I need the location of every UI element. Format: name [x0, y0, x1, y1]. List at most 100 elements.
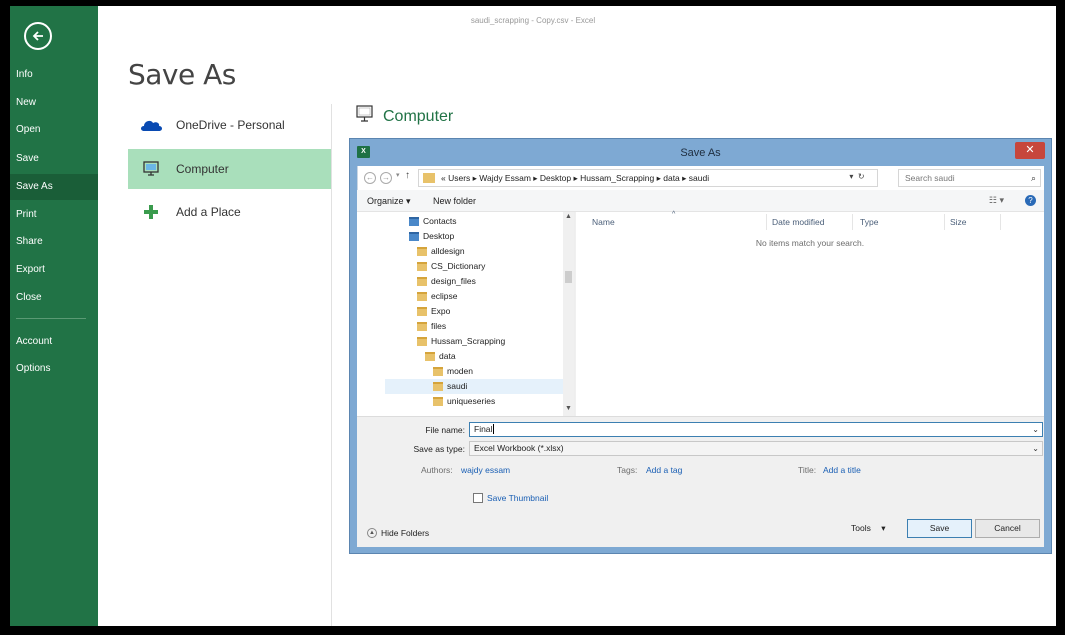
folder-icon	[417, 277, 427, 286]
tree-item-contacts[interactable]: Contacts	[409, 214, 457, 229]
search-icon: ⌕	[1030, 173, 1036, 183]
tree-item-saudi[interactable]: saudi	[385, 379, 564, 394]
column-separator	[852, 214, 853, 230]
folder-icon	[417, 307, 427, 316]
nav-account[interactable]: Account	[10, 329, 98, 355]
column-separator	[766, 214, 767, 230]
backstage-sidebar: Info New Open Save Save As Print Share E…	[10, 6, 98, 626]
folder-icon	[417, 247, 427, 256]
save-button[interactable]: Save	[907, 519, 972, 538]
file-list: Name ^ Date modified Type Size No items …	[576, 211, 1044, 416]
close-button[interactable]: ✕	[1015, 142, 1045, 159]
title-label: Title:	[798, 465, 817, 475]
tree-scrollbar[interactable]: ▲ ▼	[563, 212, 574, 416]
folder-icon	[417, 292, 427, 301]
tree-item-data[interactable]: data	[425, 349, 456, 364]
tags-value[interactable]: Add a tag	[646, 465, 682, 475]
folder-icon	[425, 352, 435, 361]
window-title: saudi_scrapping - Copy.csv - Excel	[470, 16, 596, 25]
folder-icon	[423, 173, 435, 183]
scroll-down-icon[interactable]: ▼	[563, 405, 574, 412]
text-cursor	[493, 424, 495, 434]
tree-item-expo[interactable]: Expo	[417, 304, 450, 319]
nav-share[interactable]: Share	[10, 229, 98, 255]
back-nav-button[interactable]: ←	[364, 172, 376, 184]
path-dropdown-refresh[interactable]: ▾ ↻	[838, 169, 876, 187]
column-divider	[331, 104, 332, 626]
column-header-size[interactable]: Size	[950, 217, 967, 227]
nav-print[interactable]: Print	[10, 202, 98, 228]
save-type-select[interactable]: Excel Workbook (*.xlsx) ⌄	[469, 441, 1043, 456]
sort-arrow-icon: ^	[672, 211, 676, 218]
folder-icon	[417, 337, 427, 346]
up-arrow-icon[interactable]: ↑	[405, 170, 410, 181]
tree-item-eclipse[interactable]: eclipse	[417, 289, 457, 304]
place-computer[interactable]: Computer	[128, 149, 331, 189]
new-folder-button[interactable]: New folder	[433, 196, 476, 206]
folder-icon	[417, 322, 427, 331]
path-text: « Users ▸ Wajdy Essam ▸ Desktop ▸ Hussam…	[441, 173, 710, 183]
organize-button[interactable]: Organize ▾	[367, 196, 411, 207]
file-name-input[interactable]: Final ⌄	[469, 422, 1043, 437]
views-icon[interactable]: ☷ ▾	[989, 195, 1004, 206]
section-title: Computer	[383, 107, 454, 125]
nav-save-as[interactable]: Save As	[10, 174, 98, 200]
back-arrow-icon	[32, 31, 43, 41]
nav-options[interactable]: Options	[10, 356, 98, 382]
cancel-button[interactable]: Cancel	[975, 519, 1040, 538]
place-onedrive[interactable]: OneDrive - Personal	[128, 105, 331, 145]
tree-item-moden[interactable]: moden	[433, 364, 473, 379]
save-thumbnail-label: Save Thumbnail	[487, 493, 549, 503]
tools-button[interactable]: Tools ▾	[851, 523, 886, 534]
recent-dropdown-icon[interactable]: ▾	[396, 171, 400, 179]
title-value[interactable]: Add a title	[823, 465, 861, 475]
tree-item-desktop[interactable]: Desktop	[409, 229, 454, 244]
empty-message: No items match your search.	[755, 238, 865, 248]
back-button[interactable]	[24, 22, 52, 50]
tree-item-cs-dictionary[interactable]: CS_Dictionary	[417, 259, 485, 274]
nav-open[interactable]: Open	[10, 117, 98, 143]
dialog-title: Save As	[680, 147, 721, 159]
save-type-value: Excel Workbook (*.xlsx)	[474, 443, 564, 453]
column-header-type[interactable]: Type	[860, 217, 878, 227]
tree-label: design_files	[431, 276, 476, 286]
save-thumbnail-checkbox[interactable]: Save Thumbnail	[473, 493, 548, 503]
forward-nav-button[interactable]: →	[380, 172, 392, 184]
tree-label: CS_Dictionary	[431, 261, 486, 271]
chevron-down-icon[interactable]: ⌄	[1032, 442, 1039, 455]
scroll-up-icon[interactable]: ▲	[563, 213, 574, 220]
tree-item-alldesign[interactable]: alldesign	[417, 244, 465, 259]
search-input[interactable]: Search saudi ⌕	[898, 169, 1041, 187]
checkbox-box[interactable]	[473, 493, 483, 503]
hide-folders-button[interactable]: ▲ Hide Folders	[367, 528, 429, 538]
tree-item-hussam-scrapping[interactable]: Hussam_Scrapping	[417, 334, 505, 349]
path-breadcrumb[interactable]: « Users ▸ Wajdy Essam ▸ Desktop ▸ Hussam…	[418, 169, 878, 187]
nav-close[interactable]: Close	[10, 285, 98, 311]
collapse-up-icon: ▲	[367, 528, 377, 538]
chevron-down-icon[interactable]: ⌄	[1032, 423, 1039, 436]
column-separator	[1000, 214, 1001, 230]
tree-label: saudi	[447, 381, 468, 391]
page-title: Save As	[128, 58, 236, 91]
tools-label: Tools	[851, 523, 871, 533]
file-name-label: File name:	[425, 425, 465, 435]
column-header-name[interactable]: Name	[592, 217, 615, 227]
dialog-titlebar[interactable]: X Save As ✕	[350, 139, 1051, 166]
nav-save[interactable]: Save	[10, 146, 98, 172]
computer-icon	[134, 160, 168, 178]
nav-new[interactable]: New	[10, 90, 98, 116]
tree-item-files[interactable]: files	[417, 319, 446, 334]
place-add[interactable]: Add a Place	[128, 192, 331, 232]
authors-value[interactable]: wajdy essam	[461, 465, 510, 475]
help-icon[interactable]: ?	[1025, 195, 1036, 206]
scroll-thumb[interactable]	[565, 271, 572, 283]
hide-folders-label: Hide Folders	[381, 528, 430, 538]
nav-export[interactable]: Export	[10, 257, 98, 283]
dialog-toolbar: Organize ▾ New folder ☷ ▾ ?	[357, 190, 1044, 212]
tree-item-uniqueseries[interactable]: uniqueseries	[433, 394, 495, 409]
column-header-date[interactable]: Date modified	[772, 217, 824, 227]
computer-icon	[355, 104, 375, 129]
nav-info[interactable]: Info	[10, 62, 98, 88]
tree-item-design-files[interactable]: design_files	[417, 274, 476, 289]
authors-label: Authors:	[421, 465, 453, 475]
